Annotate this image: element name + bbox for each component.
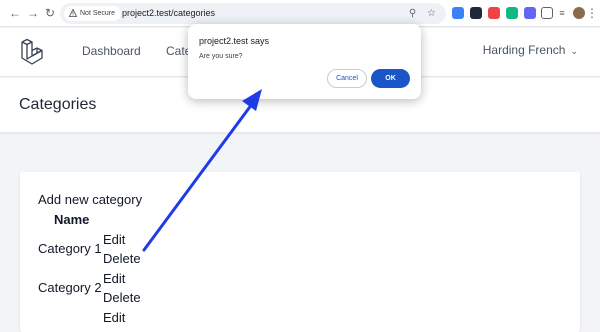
chevron-down-icon: ⌄ xyxy=(570,46,578,56)
category-name: Category 2 xyxy=(38,280,102,295)
user-menu[interactable]: Harding French ⌄ xyxy=(483,43,578,57)
dialog-title: project2.test says xyxy=(199,36,270,46)
menu-kebab-icon[interactable]: ⋮ xyxy=(586,6,598,20)
delete-link[interactable]: Delete xyxy=(103,251,141,266)
edit-link[interactable]: Edit xyxy=(103,271,125,286)
extensions-icon[interactable] xyxy=(541,7,553,19)
nav-link-dashboard[interactable]: Dashboard xyxy=(82,44,141,58)
confirm-dialog: project2.test says Are you sure? Cancel … xyxy=(188,24,421,99)
extension-2-icon[interactable] xyxy=(470,7,482,19)
bookmark-star-icon[interactable]: ☆ xyxy=(425,7,438,20)
column-header-name: Name xyxy=(54,212,90,227)
browser-toolbar: ← → ↻ Not Secure project2.test/categorie… xyxy=(0,0,600,27)
profile-avatar-icon[interactable] xyxy=(573,7,585,19)
extension-1-icon[interactable] xyxy=(452,7,464,19)
category-name: Category 1 xyxy=(38,241,102,256)
zoom-icon[interactable]: ⚲ xyxy=(406,7,419,20)
page-title: Categories xyxy=(19,96,97,113)
security-label: Not Secure xyxy=(80,10,116,17)
laravel-logo-icon[interactable] xyxy=(20,38,46,66)
back-icon[interactable]: ← xyxy=(8,6,22,20)
security-badge[interactable]: Not Secure xyxy=(64,6,122,21)
delete-link[interactable]: Delete xyxy=(103,290,141,305)
dialog-message: Are you sure? xyxy=(199,53,243,60)
tab-search-icon[interactable]: ≡ xyxy=(556,7,568,19)
cancel-button[interactable]: Cancel xyxy=(327,69,367,88)
edit-link[interactable]: Edit xyxy=(103,310,125,325)
reload-icon[interactable]: ↻ xyxy=(43,6,57,20)
extension-pocket-icon[interactable] xyxy=(488,7,500,19)
ok-button[interactable]: OK xyxy=(371,69,410,88)
extension-4-icon[interactable] xyxy=(524,7,536,19)
warning-icon xyxy=(69,9,77,17)
edit-link[interactable]: Edit xyxy=(103,232,125,247)
extension-3-icon[interactable] xyxy=(506,7,518,19)
url-text[interactable]: project2.test/categories xyxy=(122,3,215,24)
add-category-link[interactable]: Add new category xyxy=(38,192,142,207)
forward-icon[interactable]: → xyxy=(26,6,40,20)
categories-card: Add new category Name Category 1 Edit De… xyxy=(20,172,580,332)
user-name: Harding French xyxy=(482,43,566,57)
address-bar[interactable]: Not Secure project2.test/categories ⚲ ☆ xyxy=(60,3,446,24)
